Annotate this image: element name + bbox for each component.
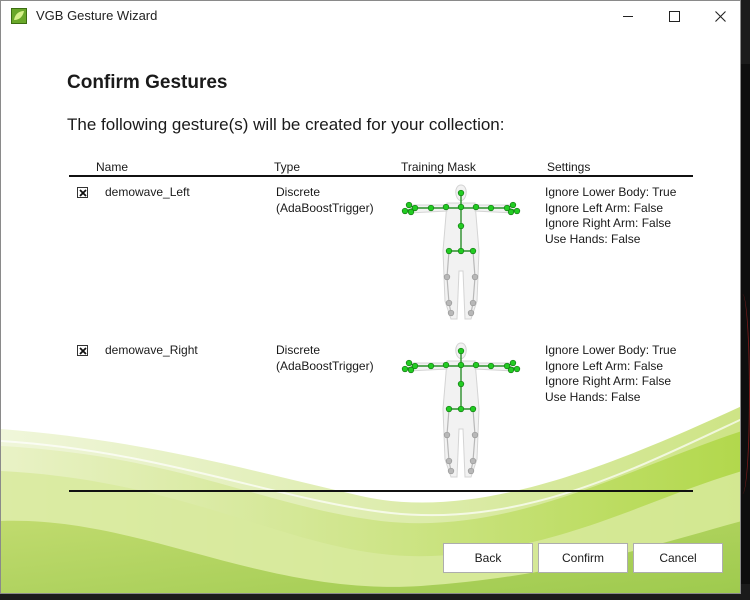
check-x-icon bbox=[78, 346, 87, 355]
minimize-icon bbox=[623, 15, 633, 17]
gesture-name: demowave_Right bbox=[105, 343, 198, 357]
gesture-type: Discrete (AdaBoostTrigger) bbox=[276, 343, 374, 373]
window-title: VGB Gesture Wizard bbox=[36, 8, 158, 23]
column-header-name: Name bbox=[96, 160, 129, 174]
page-subtitle: The following gesture(s) will be created… bbox=[67, 115, 505, 134]
gesture-name: demowave_Left bbox=[105, 185, 190, 199]
title-bar: VGB Gesture Wizard bbox=[1, 1, 740, 31]
confirm-button[interactable]: Confirm bbox=[538, 543, 628, 573]
column-header-training-mask: Training Mask bbox=[401, 160, 476, 174]
skeleton-upper-body-mask-icon bbox=[399, 181, 529, 321]
skeleton-figure-icon bbox=[401, 342, 521, 478]
maximize-icon bbox=[668, 10, 680, 22]
skeleton-figure-icon bbox=[401, 184, 521, 320]
minimize-button[interactable] bbox=[605, 1, 651, 31]
footer-divider bbox=[69, 490, 693, 492]
gesture-checkbox[interactable] bbox=[77, 345, 88, 356]
gesture-settings: Ignore Lower Body: True Ignore Left Arm:… bbox=[545, 343, 677, 404]
close-button[interactable] bbox=[697, 1, 740, 31]
vgb-leaf-icon bbox=[11, 8, 27, 24]
back-button[interactable]: Back bbox=[443, 543, 533, 573]
maximize-button[interactable] bbox=[651, 1, 697, 31]
background-window-strip bbox=[741, 64, 750, 584]
check-x-icon bbox=[78, 188, 87, 197]
page-title: Confirm Gestures bbox=[67, 72, 228, 93]
skeleton-upper-body-mask-icon bbox=[399, 339, 529, 479]
column-header-type: Type bbox=[274, 160, 301, 174]
gesture-type: Discrete (AdaBoostTrigger) bbox=[276, 185, 374, 215]
gesture-settings: Ignore Lower Body: True Ignore Left Arm:… bbox=[545, 185, 677, 246]
wizard-window: VGB Gesture Wizard Confirm Gestures The … bbox=[0, 0, 741, 594]
gesture-checkbox[interactable] bbox=[77, 187, 88, 198]
cancel-button[interactable]: Cancel bbox=[633, 543, 723, 573]
header-divider bbox=[69, 175, 693, 177]
column-header-settings: Settings bbox=[547, 160, 591, 174]
table-row: demowave_Left Discrete (AdaBoostTrigger)… bbox=[1, 181, 740, 331]
table-row: demowave_Right Discrete (AdaBoostTrigger… bbox=[1, 339, 740, 489]
close-icon bbox=[714, 10, 726, 22]
